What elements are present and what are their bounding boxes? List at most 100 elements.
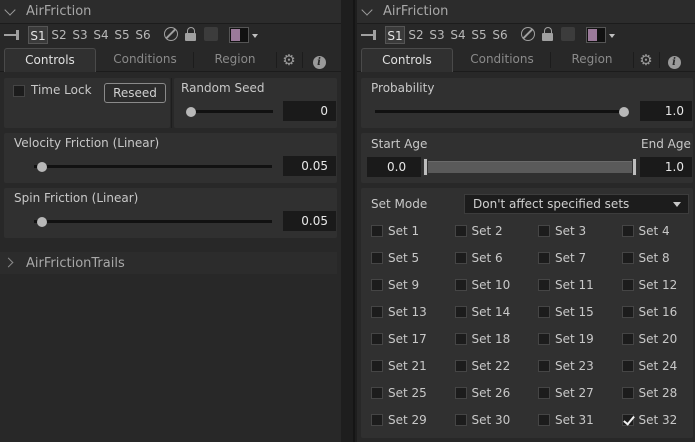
set-checkbox-item[interactable]: Set 32 xyxy=(621,411,695,431)
velocity-friction-value[interactable]: 0.05 xyxy=(283,156,336,176)
set-checkbox[interactable] xyxy=(621,279,634,291)
set-checkbox-item[interactable]: Set 25 xyxy=(371,384,455,404)
tab-controls[interactable]: Controls xyxy=(361,48,453,72)
set-checkbox[interactable] xyxy=(371,279,383,291)
chevron-right-icon[interactable] xyxy=(3,257,14,268)
set-button-s6[interactable]: S6 xyxy=(490,26,510,44)
lock-icon[interactable] xyxy=(184,27,198,41)
tab-region[interactable]: Region xyxy=(194,48,276,72)
set-checkbox[interactable] xyxy=(454,306,467,318)
set-checkbox-item[interactable]: Set 3 xyxy=(538,222,622,242)
set-checkbox[interactable] xyxy=(538,333,550,345)
pin-icon[interactable] xyxy=(361,28,381,42)
set-checkbox-item[interactable]: Set 7 xyxy=(538,249,622,269)
set-checkbox[interactable] xyxy=(538,360,550,372)
probability-slider[interactable] xyxy=(375,110,629,113)
set-button-s3[interactable]: S3 xyxy=(427,26,447,44)
color-swatch[interactable] xyxy=(586,27,606,43)
start-age-handle[interactable] xyxy=(423,158,428,176)
reseed-button[interactable]: Reseed xyxy=(104,83,166,103)
no-entry-icon[interactable] xyxy=(164,27,178,41)
tool-header[interactable]: AirFriction xyxy=(0,0,341,24)
spin-friction-slider[interactable] xyxy=(34,220,272,223)
pin-icon[interactable] xyxy=(4,28,24,42)
info-icon[interactable]: i xyxy=(663,51,685,69)
set-checkbox[interactable] xyxy=(538,387,550,399)
set-button-s6[interactable]: S6 xyxy=(133,26,153,44)
set-checkbox[interactable] xyxy=(538,414,550,426)
gear-icon[interactable]: ⚙ xyxy=(635,51,657,69)
set-checkbox[interactable] xyxy=(538,225,550,237)
start-age-value[interactable]: 0.0 xyxy=(367,157,421,177)
set-checkbox[interactable] xyxy=(621,360,634,372)
set-mode-dropdown[interactable]: Don't affect specified sets xyxy=(464,194,689,214)
set-checkbox[interactable] xyxy=(538,306,550,318)
collapsed-tool-header[interactable]: AirFrictionTrails xyxy=(0,252,337,274)
tab-controls[interactable]: Controls xyxy=(4,48,96,72)
set-checkbox-item[interactable]: Set 30 xyxy=(454,411,539,431)
set-button-s2[interactable]: S2 xyxy=(406,26,426,44)
set-checkbox[interactable] xyxy=(538,252,550,264)
tool-header[interactable]: AirFriction xyxy=(357,0,695,24)
set-checkbox[interactable] xyxy=(371,414,383,426)
chevron-down-icon[interactable] xyxy=(252,34,258,38)
random-seed-value[interactable]: 0 xyxy=(283,101,336,121)
set-checkbox-item[interactable]: Set 9 xyxy=(371,276,455,296)
set-checkbox[interactable] xyxy=(371,306,383,318)
chevron-down-icon[interactable] xyxy=(609,34,615,38)
velocity-friction-slider-knob[interactable] xyxy=(37,162,48,172)
color-swatch[interactable] xyxy=(229,27,249,43)
set-checkbox-item[interactable]: Set 13 xyxy=(371,303,455,323)
chevron-down-icon[interactable] xyxy=(361,4,373,16)
age-range-slider[interactable] xyxy=(427,161,635,173)
set-checkbox-item[interactable]: Set 1 xyxy=(371,222,455,242)
set-checkbox-item[interactable]: Set 19 xyxy=(538,330,622,350)
probability-slider-knob[interactable] xyxy=(618,107,629,117)
set-checkbox-item[interactable]: Set 16 xyxy=(621,303,695,323)
set-checkbox-item[interactable]: Set 8 xyxy=(621,249,695,269)
set-checkbox[interactable] xyxy=(371,225,383,237)
tab-region[interactable]: Region xyxy=(551,48,633,72)
set-checkbox[interactable] xyxy=(621,306,634,318)
chevron-down-icon[interactable] xyxy=(4,4,16,16)
set-checkbox-item[interactable]: Set 21 xyxy=(371,357,455,377)
set-checkbox-item[interactable]: Set 31 xyxy=(538,411,622,431)
no-entry-icon[interactable] xyxy=(521,27,535,41)
disk-icon[interactable] xyxy=(561,27,575,41)
set-checkbox-item[interactable]: Set 24 xyxy=(621,357,695,377)
spin-friction-slider-knob[interactable] xyxy=(37,217,48,227)
end-age-value[interactable]: 1.0 xyxy=(640,157,692,177)
set-checkbox-item[interactable]: Set 26 xyxy=(454,384,539,404)
random-seed-slider-knob[interactable] xyxy=(186,107,196,117)
info-icon[interactable]: i xyxy=(308,51,330,69)
set-checkbox[interactable] xyxy=(621,225,634,237)
set-checkbox[interactable] xyxy=(454,252,467,264)
set-checkbox-item[interactable]: Set 22 xyxy=(454,357,539,377)
set-checkbox[interactable] xyxy=(371,387,383,399)
set-checkbox-item[interactable]: Set 17 xyxy=(371,330,455,350)
set-checkbox[interactable] xyxy=(371,360,383,372)
set-checkbox[interactable] xyxy=(454,333,467,345)
disk-icon[interactable] xyxy=(204,27,218,41)
panel-divider[interactable] xyxy=(341,0,357,442)
set-checkbox-item[interactable]: Set 15 xyxy=(538,303,622,323)
set-checkbox-item[interactable]: Set 5 xyxy=(371,249,455,269)
set-checkbox[interactable] xyxy=(538,279,550,291)
set-checkbox[interactable] xyxy=(454,414,467,426)
set-button-s1[interactable]: S1 xyxy=(28,26,48,44)
set-checkbox-item[interactable]: Set 12 xyxy=(621,276,695,296)
set-checkbox[interactable] xyxy=(621,387,634,399)
time-lock-checkbox[interactable] xyxy=(13,85,25,97)
lock-icon[interactable] xyxy=(541,27,555,41)
set-checkbox[interactable] xyxy=(621,252,634,264)
set-button-s5[interactable]: S5 xyxy=(469,26,489,44)
tab-conditions[interactable]: Conditions xyxy=(455,48,549,72)
set-checkbox-item[interactable]: Set 11 xyxy=(538,276,622,296)
velocity-friction-slider[interactable] xyxy=(34,165,272,168)
set-checkbox-item[interactable]: Set 4 xyxy=(621,222,695,242)
end-age-handle[interactable] xyxy=(632,158,637,176)
set-button-s5[interactable]: S5 xyxy=(112,26,132,44)
gear-icon[interactable]: ⚙ xyxy=(278,51,300,69)
set-checkbox[interactable] xyxy=(621,414,634,426)
set-checkbox[interactable] xyxy=(621,333,634,345)
